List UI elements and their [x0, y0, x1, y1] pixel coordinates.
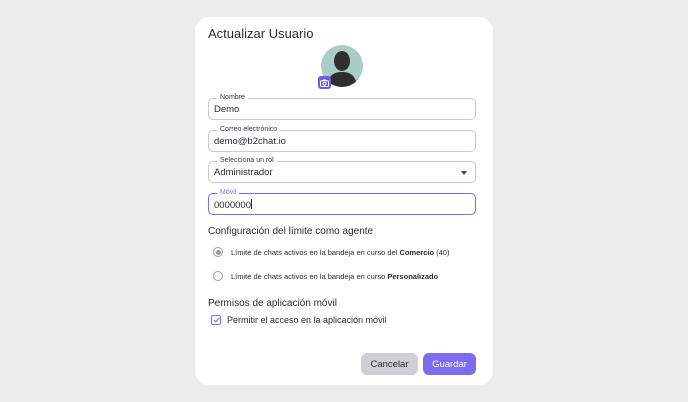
limits-heading: Configuración del límite como agente: [208, 226, 374, 237]
role-label: Selecciona un rol: [217, 156, 277, 165]
limit-option-personalizado-label: Límite de chats activos en la bandeja en…: [231, 272, 438, 281]
update-user-dialog: Actualizar Usuario Nombre Demo Correo el…: [195, 17, 493, 385]
mobile-field[interactable]: Móvil 0000000: [208, 188, 476, 215]
name-field[interactable]: Nombre Demo: [208, 93, 476, 120]
limit-option-comercio-suffix: (40): [434, 247, 450, 257]
name-label: Nombre: [217, 93, 248, 102]
limit-option-comercio[interactable]: Límite de chats activos en la bandeja en…: [213, 246, 449, 258]
email-label: Correo electrónico: [217, 125, 281, 134]
role-value: Administrador: [214, 167, 273, 178]
dropdown-arrow-icon[interactable]: [461, 171, 467, 175]
change-photo-button[interactable]: [318, 76, 331, 89]
save-button[interactable]: Guardar: [423, 353, 476, 375]
role-select[interactable]: Selecciona un rol Administrador: [208, 156, 476, 183]
dialog-title: Actualizar Usuario: [208, 26, 314, 41]
radio-button[interactable]: [213, 271, 223, 281]
name-value: Demo: [214, 104, 240, 115]
camera-icon: [320, 79, 329, 87]
mobile-label: Móvil: [217, 188, 240, 197]
radio-button-selected[interactable]: [213, 247, 223, 257]
limit-option-comercio-bold: Comercio: [399, 247, 435, 257]
permissions-heading: Permisos de aplicación móvil: [208, 298, 337, 309]
email-value: demo@b2chat.io: [214, 136, 286, 147]
mobile-access-label: Permitir el acceso en la aplicación móvi…: [227, 315, 387, 325]
email-field[interactable]: Correo electrónico demo@b2chat.io: [208, 125, 476, 152]
cancel-button[interactable]: Cancelar: [361, 353, 418, 375]
text-cursor: [250, 199, 252, 209]
limit-option-personalizado[interactable]: Límite de chats activos en la bandeja en…: [213, 270, 438, 282]
limit-option-comercio-label: Límite de chats activos en la bandeja en…: [231, 248, 449, 257]
mobile-value: 0000000: [214, 200, 251, 211]
radio-dot: [215, 249, 221, 255]
limit-option-personalizado-text: Límite de chats activos en la bandeja en…: [231, 271, 388, 281]
limit-option-comercio-text: Límite de chats activos en la bandeja en…: [231, 247, 400, 257]
mobile-access-option[interactable]: Permitir el acceso en la aplicación móvi…: [211, 315, 387, 325]
limit-option-personalizado-bold: Personalizado: [387, 271, 439, 281]
mobile-value-wrap: 0000000: [214, 199, 252, 211]
mobile-access-checkbox[interactable]: [211, 315, 221, 325]
checkmark-icon: [212, 317, 220, 323]
